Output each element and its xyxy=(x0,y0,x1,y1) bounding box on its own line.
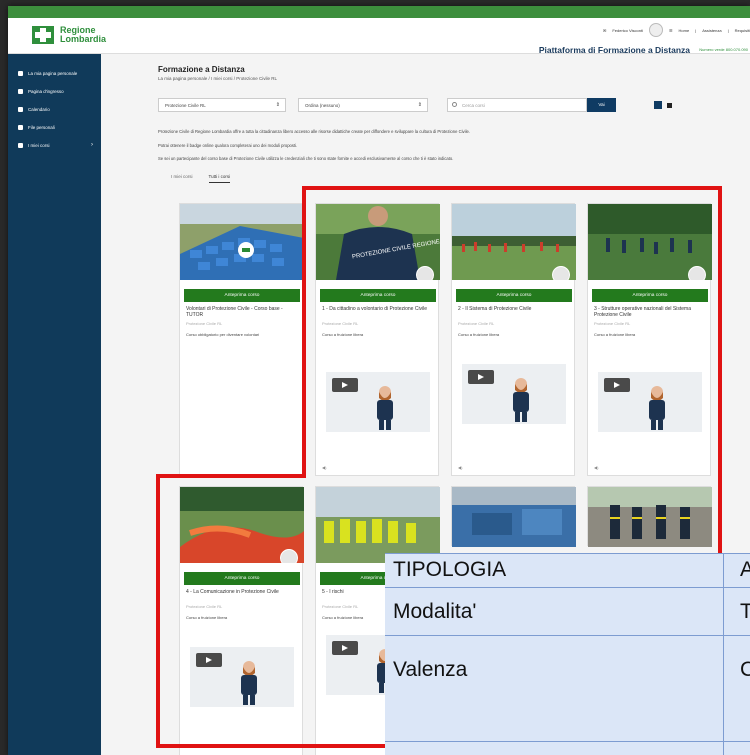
table-label: Valenza xyxy=(393,658,468,681)
table-value: C xyxy=(740,658,750,681)
table-row: TIPOLOGIA A xyxy=(385,553,750,587)
info-table: TIPOLOGIA A Modalita' T Valenza C xyxy=(385,553,750,755)
table-row xyxy=(385,741,750,755)
table-label: Modalita' xyxy=(393,600,477,623)
table-row: Modalita' T xyxy=(385,587,750,635)
table-row: Valenza C xyxy=(385,635,750,693)
table-value: A xyxy=(740,558,750,581)
table-value: T xyxy=(740,600,750,623)
table-label: TIPOLOGIA xyxy=(393,558,507,581)
